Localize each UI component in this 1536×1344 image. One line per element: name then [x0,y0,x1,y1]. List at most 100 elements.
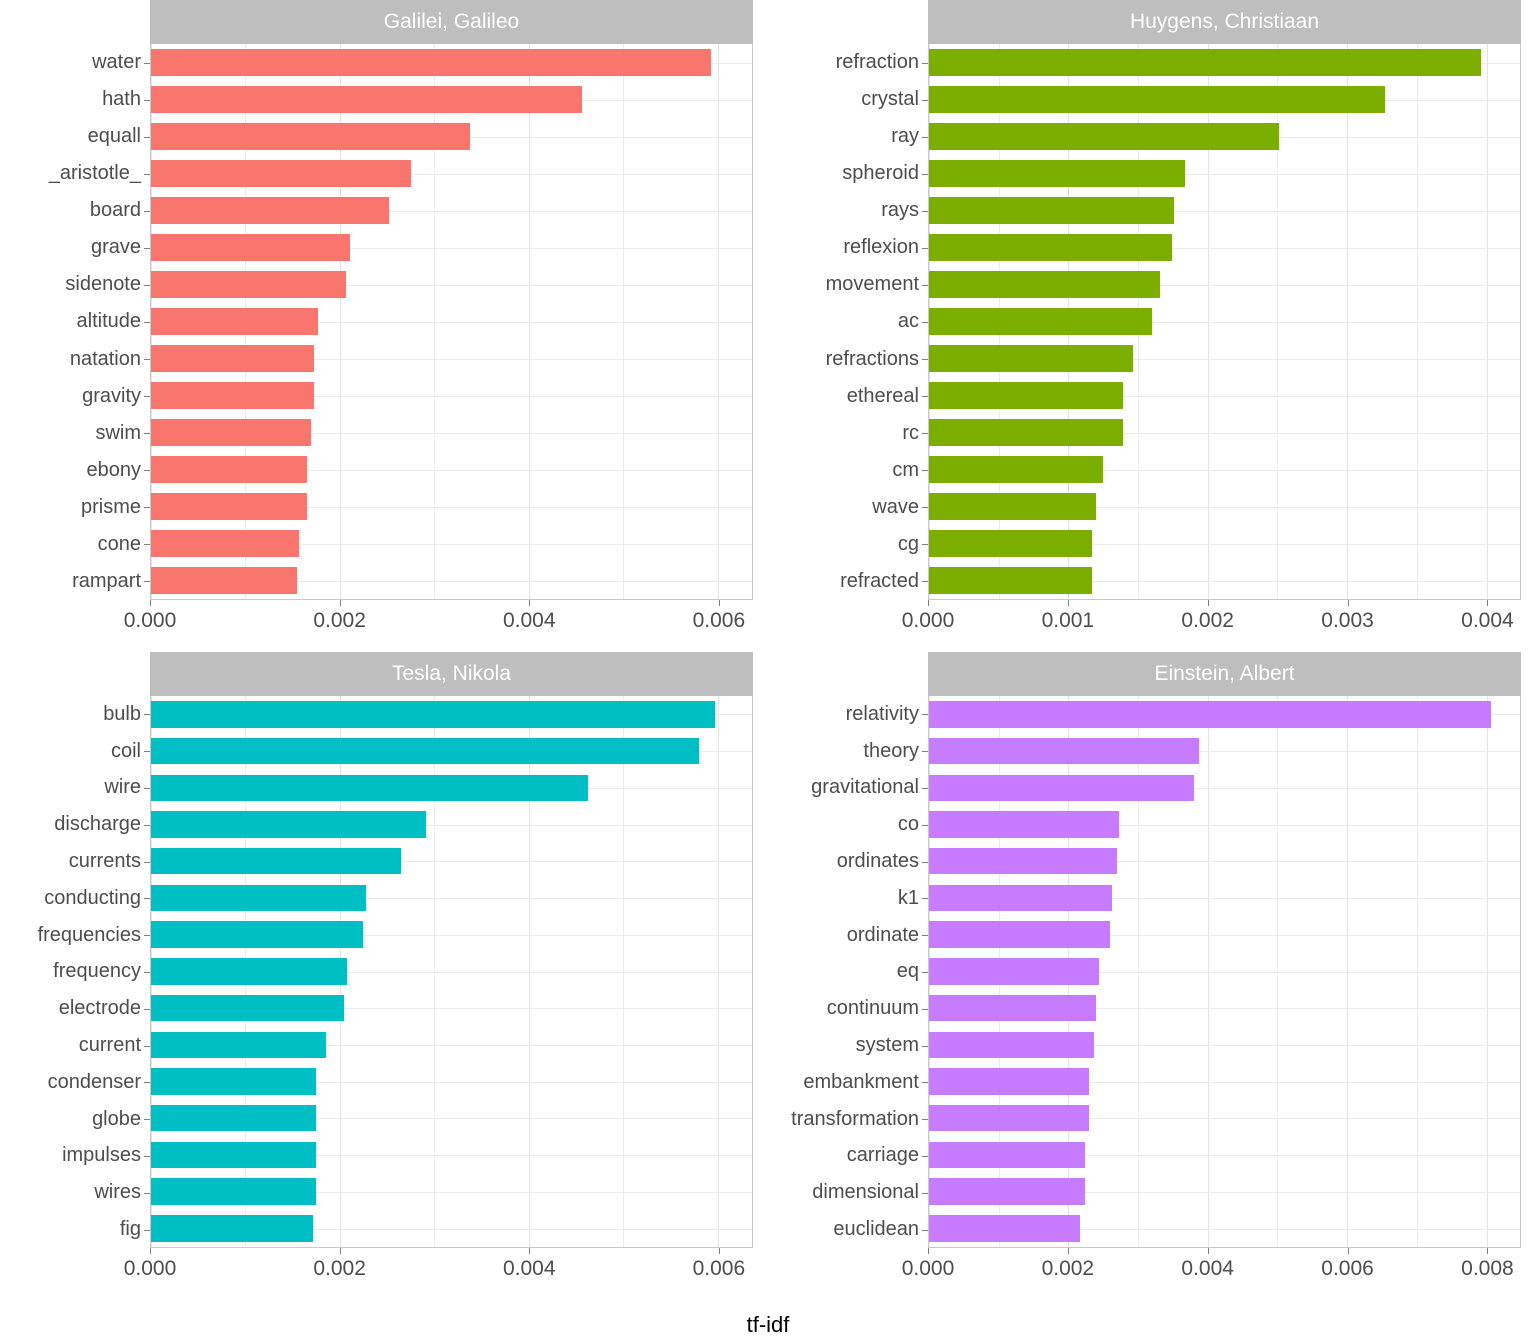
y-axis-tick-label: frequencies [0,917,150,954]
plot-area [928,696,1521,1248]
x-axis-tick-label: 0.000 [901,1257,955,1280]
bar-row [929,1173,1520,1210]
bar-row [929,562,1520,599]
y-axis-tick-label: continuum [768,990,928,1027]
x-axis: 0.000 0.001 0.002 0.003 0.004 [768,600,1536,652]
bar [151,884,366,912]
y-axis-tick-label: ray [768,118,928,155]
y-axis-tick-label: bulb [0,696,150,733]
x-axis-tick-label: 0.002 [313,1257,366,1280]
bar-row [929,155,1520,192]
bar [151,160,411,187]
y-axis-tick-label: hath [0,81,150,118]
facet-strip-label: Einstein, Albert [928,652,1521,696]
bar-row [929,843,1520,880]
x-axis-tick-label: 0.004 [1181,1257,1234,1280]
bar-row [929,525,1520,562]
y-axis-tick-label: rays [768,192,928,229]
facet-panel: relativity theory gravitational co ordinates… [768,652,1536,1300]
bar-row [929,377,1520,414]
bar-row [151,733,752,770]
bar-row [151,1210,752,1247]
facet-panel: refraction crystal ray spheroid rays reflexio… [768,0,1536,652]
bar [151,1031,326,1059]
x-axis-tick [339,600,341,606]
bar [929,567,1093,594]
y-axis-tick-label: wire [0,770,150,807]
bar-row [151,562,752,599]
bar [929,1105,1090,1132]
y-axis-tick-label: wires [0,1174,150,1211]
bar-row [929,769,1520,806]
bar [151,382,314,409]
bar [151,308,319,335]
x-axis-tick [1347,600,1349,606]
bar-row [929,118,1520,155]
y-axis-tick-label: spheroid [768,155,928,192]
y-axis-tick-label: impulses [0,1138,150,1175]
bar-row [929,1063,1520,1100]
bar [151,419,311,446]
bar-row [151,340,752,377]
y-axis-tick-label: embankment [768,1064,928,1101]
bar [929,86,1385,113]
bar-row [929,880,1520,917]
y-axis-tick-label: swim [0,415,150,452]
x-axis-tick [150,600,151,606]
y-axis-tick-label: _aristotle_ [0,155,150,192]
bar-row [929,488,1520,525]
bar [151,567,298,594]
y-axis-tick-label: natation [0,341,150,378]
x-axis-tick-label: 0.003 [1321,609,1374,632]
bar [151,1141,317,1169]
x-axis: 0.000 0.002 0.004 0.006 [0,1248,768,1300]
bar [929,49,1481,76]
bar [929,1141,1086,1169]
y-axis-tick-label: grave [0,229,150,266]
bar [929,197,1175,224]
bar-row [151,1026,752,1063]
bar-row [151,880,752,917]
x-axis: 0.000 0.002 0.004 0.006 0.008 [768,1248,1536,1300]
bar [151,234,351,261]
y-axis-tick-label: ordinates [768,843,928,880]
bar-row [151,229,752,266]
y-axis-tick-label: euclidean [768,1211,928,1248]
bar [929,884,1112,912]
y-axis-tick-label: cg [768,526,928,563]
x-axis-tick-label: 0.004 [502,1257,556,1280]
bar [929,382,1123,409]
y-axis-tick-label: wave [768,489,928,526]
bar [151,86,582,113]
y-axis-tick-label: gravitational [768,770,928,807]
y-axis-labels: bulb coil wire discharge currents conducting f… [0,652,150,1248]
bar [151,1215,313,1242]
y-axis-tick-label: sidenote [0,266,150,303]
y-axis-tick-label: refracted [768,563,928,600]
x-axis-tick [928,600,929,606]
bar-row [929,44,1520,81]
bar [151,811,426,838]
plot-area [150,44,753,600]
bar [151,701,716,728]
x-axis-tick [1067,600,1069,606]
x-axis-tick [529,1248,531,1254]
bar-row [151,525,752,562]
y-axis-tick-label: co [768,806,928,843]
bar [929,1031,1095,1059]
bar-row [151,81,752,118]
bar-row [151,769,752,806]
bar [151,737,700,765]
y-axis-tick-label: conducting [0,880,150,917]
bar-row [929,414,1520,451]
y-axis-tick-label: carriage [768,1138,928,1175]
x-axis-tick-label: 0.001 [1041,609,1095,632]
bar-row [929,953,1520,990]
y-axis-tick-label: fig [0,1211,150,1248]
bar [929,921,1111,948]
y-axis-tick-label: cone [0,526,150,563]
bar-row [151,953,752,990]
bar-row [151,266,752,303]
bar-row [151,1100,752,1137]
bar-row [929,192,1520,229]
